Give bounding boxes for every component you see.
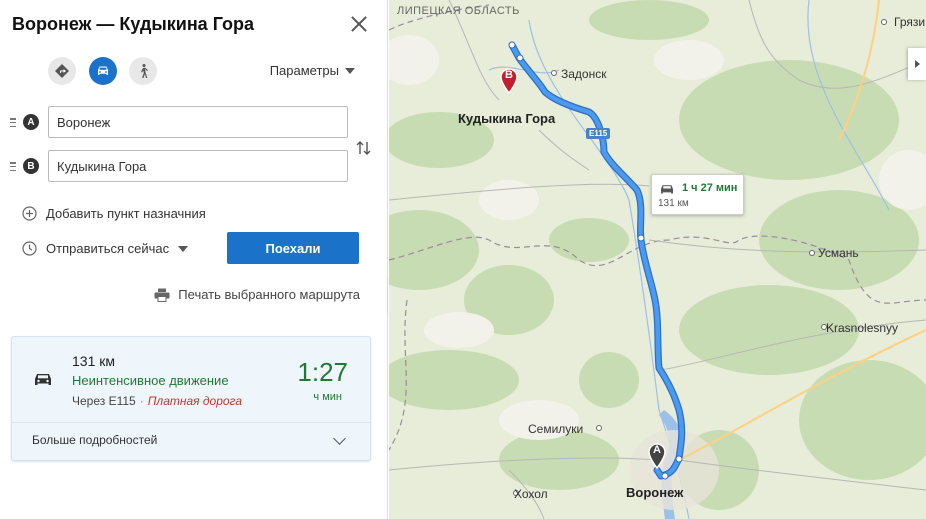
go-button[interactable]: Поехали	[227, 232, 359, 264]
bubble-time: 1 ч 27 мин	[682, 182, 738, 194]
chevron-down-icon[interactable]	[333, 432, 346, 445]
divider	[12, 422, 370, 423]
city-label-krasnolesny: Krasnolesnyy	[826, 321, 899, 335]
marker-a-letter: A	[653, 444, 661, 456]
caret-down-icon	[178, 245, 189, 252]
route-card[interactable]: 131 км Неинтенсивное движение Через E115…	[11, 336, 371, 461]
directions-panel: Воронеж — Кудыкина Гора Параметры A B	[0, 0, 388, 519]
drag-handle-icon[interactable]	[10, 162, 16, 171]
parameters-dropdown[interactable]: Параметры	[270, 63, 355, 78]
print-label: Печать выбранного маршрута	[178, 287, 360, 302]
more-details-link[interactable]: Больше подробностей	[32, 433, 157, 447]
add-destination-label: Добавить пункт назначния	[46, 206, 206, 221]
destination-input[interactable]	[48, 150, 348, 182]
drag-handle-icon[interactable]	[10, 118, 16, 127]
route-via: Через E115 · Платная дорога	[72, 394, 242, 408]
route-time-bubble[interactable]: 1 ч 27 мин 131 км	[651, 174, 744, 215]
bubble-distance: 131 км	[658, 198, 689, 209]
directions-icon	[55, 64, 69, 78]
route-distance: 131 км	[72, 353, 115, 369]
separator-dot: ·	[139, 394, 144, 408]
city-label-gryazi: Грязи	[894, 15, 926, 29]
close-icon[interactable]	[349, 14, 369, 34]
swap-icon[interactable]	[355, 139, 373, 157]
car-icon	[35, 374, 51, 385]
add-circle-icon	[22, 206, 37, 221]
walk-mode-button[interactable]	[129, 57, 157, 85]
page-title: Воронеж — Кудыкина Гора	[12, 14, 255, 34]
via-road: Через E115	[72, 394, 136, 408]
road-sign-e115: E115	[586, 128, 611, 139]
pin-b-icon: B	[23, 158, 39, 174]
pin-a-icon: A	[23, 114, 39, 130]
city-label-zadonsk: Задонск	[561, 67, 607, 81]
chevron-right-icon	[914, 60, 920, 68]
city-label-usman: Усмань	[818, 246, 859, 260]
marker-a[interactable]: A	[647, 443, 667, 470]
car-icon	[98, 66, 108, 75]
map-view[interactable]: ЛИПЕЦКАЯ ОБЛАСТЬ Грязи Задонск Кудыкина …	[389, 0, 926, 519]
traffic-status: Неинтенсивное движение	[72, 373, 229, 388]
origin-input[interactable]	[48, 106, 348, 138]
route-time: 1:27	[297, 357, 348, 387]
caret-down-icon	[345, 67, 355, 74]
expand-right-button[interactable]	[908, 48, 926, 80]
marker-b-letter: B	[505, 69, 513, 81]
parameters-label: Параметры	[269, 63, 339, 78]
car-icon	[661, 185, 673, 194]
directions-mode-button[interactable]	[48, 57, 76, 85]
marker-b[interactable]: B	[499, 68, 519, 95]
city-label-voronezh: Воронеж	[626, 485, 684, 500]
city-label-khokhol: Хохол	[514, 487, 548, 501]
route-time-unit: ч мин	[313, 391, 342, 403]
depart-label: Отправиться сейчас	[46, 241, 170, 256]
city-label-kudykina: Кудыкина Гора	[458, 111, 556, 126]
clock-icon	[22, 241, 37, 256]
print-route-link[interactable]: Печать выбранного маршрута	[154, 287, 360, 302]
printer-icon	[154, 288, 170, 302]
car-mode-button[interactable]	[89, 57, 117, 85]
walk-icon	[141, 64, 148, 78]
region-label: ЛИПЕЦКАЯ ОБЛАСТЬ	[397, 5, 520, 17]
depart-time-dropdown[interactable]: Отправиться сейчас	[22, 241, 189, 256]
toll-road-label: Платная дорога	[147, 394, 242, 408]
city-label-semiluki: Семилуки	[528, 422, 584, 436]
add-destination-link[interactable]: Добавить пункт назначния	[22, 206, 206, 221]
